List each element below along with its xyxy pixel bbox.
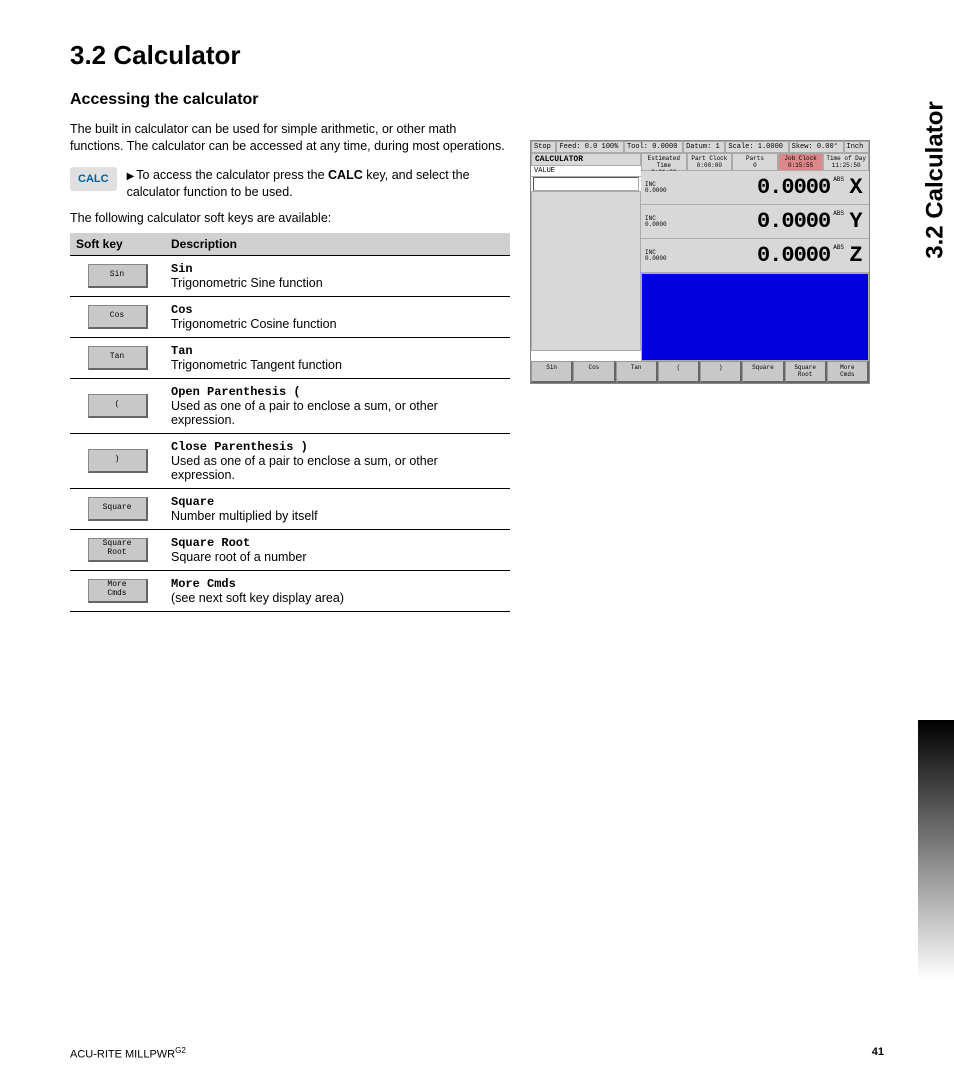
mid-parts: Parts0: [732, 153, 778, 171]
page-number: 41: [872, 1046, 884, 1061]
instruction-text: ▶To access the calculator press the CALC…: [127, 167, 510, 201]
table-row: Square Root Square RootSquare root of a n…: [70, 529, 510, 570]
top-unit: Inch: [844, 141, 869, 153]
bottom-soft-key[interactable]: Square Root: [785, 361, 827, 383]
value-input[interactable]: [533, 177, 639, 191]
mid-job: Job Clock0:15:55: [778, 153, 824, 171]
soft-key-button[interactable]: Sin: [88, 264, 148, 288]
axis-label: X: [847, 175, 865, 200]
desc-cell: SinTrigonometric Sine function: [165, 255, 510, 296]
soft-key-button[interactable]: Square: [88, 497, 148, 521]
soft-key-button[interactable]: (: [88, 394, 148, 418]
axis-reading: 0.0000: [675, 209, 830, 234]
marker-icon: ▶: [127, 171, 135, 182]
bottom-soft-key[interactable]: Sin: [531, 361, 573, 383]
axis-row: INC0.0000 0.0000 ABS Z: [641, 239, 869, 273]
axis-reading: 0.0000: [675, 243, 830, 268]
intro-text: The built in calculator can be used for …: [70, 121, 510, 155]
table-intro: The following calculator soft keys are a…: [70, 211, 510, 225]
top-feed: Feed: 0.0 100%: [556, 141, 624, 153]
axis-reading: 0.0000: [675, 175, 830, 200]
bottom-soft-key[interactable]: More Cmds: [827, 361, 869, 383]
bottom-soft-key[interactable]: (: [658, 361, 700, 383]
axis-row: INC0.0000 0.0000 ABS Y: [641, 205, 869, 239]
table-row: ( Open Parenthesis (Used as one of a pair…: [70, 378, 510, 433]
table-row: More Cmds More Cmds(see next soft key dis…: [70, 570, 510, 611]
th-desc: Description: [165, 233, 510, 256]
table-row: ) Close Parenthesis )Used as one of a pai…: [70, 433, 510, 488]
axis-label: Y: [847, 209, 865, 234]
desc-cell: More Cmds(see next soft key display area…: [165, 570, 510, 611]
sub-heading: Accessing the calculator: [70, 91, 510, 109]
top-stop: Stop: [531, 141, 556, 153]
top-skew: Skew: 0.00°: [789, 141, 844, 153]
desc-cell: Square RootSquare root of a number: [165, 529, 510, 570]
top-scale: Scale: 1.0000: [725, 141, 788, 153]
gradient-bar: [918, 720, 954, 980]
table-row: Sin SinTrigonometric Sine function: [70, 255, 510, 296]
table-row: Cos CosTrigonometric Cosine function: [70, 296, 510, 337]
bottom-soft-key[interactable]: Tan: [616, 361, 658, 383]
value-label: VALUE: [531, 166, 641, 177]
desc-cell: SquareNumber multiplied by itself: [165, 488, 510, 529]
axis-row: INC0.0000 0.0000 ABS X: [641, 171, 869, 205]
table-row: Tan TanTrigonometric Tangent function: [70, 337, 510, 378]
mid-tod: Time of Day11:25:50: [823, 153, 869, 171]
softkey-table: Soft key Description Sin SinTrigonometric…: [70, 233, 510, 612]
soft-key-button[interactable]: ): [88, 449, 148, 473]
side-tab: 3.2 Calculator: [918, 40, 954, 320]
mid-partclock: Part Clock0:00:00: [687, 153, 733, 171]
th-softkey: Soft key: [70, 233, 165, 256]
mid-est: Estimated Time0:01:02: [641, 153, 687, 171]
soft-key-button[interactable]: Tan: [88, 346, 148, 370]
graphics-area: [641, 273, 869, 361]
desc-cell: Open Parenthesis (Used as one of a pair …: [165, 378, 510, 433]
soft-key-button[interactable]: More Cmds: [88, 579, 148, 603]
bottom-soft-key[interactable]: Cos: [573, 361, 615, 383]
page-heading: 3.2 Calculator: [70, 40, 510, 71]
top-tool: Tool: 0.0000: [624, 141, 683, 153]
footer-product: ACU-RITE MILLPWRG2: [70, 1046, 186, 1061]
instruction-row: CALC ▶To access the calculator press the…: [70, 167, 510, 201]
desc-cell: Close Parenthesis )Used as one of a pair…: [165, 433, 510, 488]
top-datum: Datum: 1: [683, 141, 725, 153]
calc-key-icon: CALC: [70, 167, 117, 191]
footer: ACU-RITE MILLPWRG2 41: [70, 1046, 884, 1061]
bottom-soft-key[interactable]: Square: [742, 361, 784, 383]
axis-label: Z: [847, 243, 865, 268]
soft-key-button[interactable]: Cos: [88, 305, 148, 329]
bottom-soft-key[interactable]: ): [700, 361, 742, 383]
calc-header: CALCULATOR: [531, 153, 641, 166]
desc-cell: TanTrigonometric Tangent function: [165, 337, 510, 378]
desc-cell: CosTrigonometric Cosine function: [165, 296, 510, 337]
screenshot: Stop Feed: 0.0 100% Tool: 0.0000 Datum: …: [530, 140, 870, 384]
table-row: Square SquareNumber multiplied by itself: [70, 488, 510, 529]
soft-key-button[interactable]: Square Root: [88, 538, 148, 562]
